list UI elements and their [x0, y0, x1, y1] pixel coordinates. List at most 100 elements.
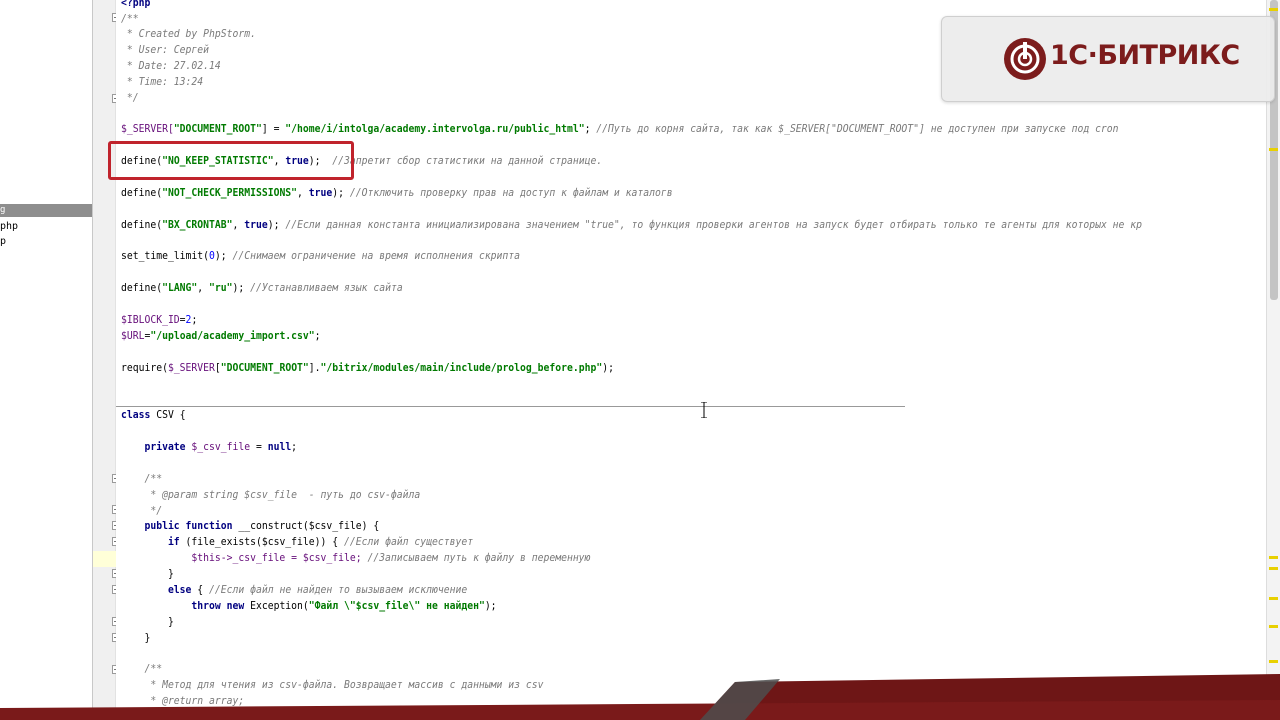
- code-line: $_SERVER["DOCUMENT_ROOT"] = "/home/i/int…: [121, 123, 1119, 136]
- code-line: define("NOT_CHECK_PERMISSIONS", true); /…: [121, 187, 673, 200]
- code-token: ,: [297, 187, 309, 199]
- code-token: "/upload/academy_import.csv": [150, 330, 315, 342]
- code-line: * Time: 13:24: [121, 76, 204, 88]
- code-line: $this->_csv_file = $csv_file; //Записыва…: [121, 552, 590, 565]
- code-token: set_time_limit(: [121, 250, 210, 262]
- code-token: null: [267, 441, 292, 453]
- code-token: //Путь до корня сайта, так как $_SERVER[…: [596, 123, 1119, 135]
- code-token: define(: [121, 282, 163, 294]
- code-token: ;: [314, 330, 321, 342]
- code-token: //Записываем путь к файлу в переменную: [367, 552, 591, 564]
- code-token: $_csv_file: [191, 441, 251, 453]
- code-line: */: [121, 505, 163, 517]
- error-stripe-mark[interactable]: [1269, 567, 1278, 570]
- code-token: {: [197, 584, 210, 596]
- code-token: "BX_CRONTAB": [162, 219, 233, 231]
- annotation-highlight-box: [108, 141, 354, 180]
- code-token: //Если файл не найден то вызываем исключ…: [209, 584, 468, 596]
- bitrix-logo-icon: [1004, 38, 1046, 80]
- code-token: );: [214, 250, 233, 262]
- code-editor[interactable]: <?php /** * Created by PhpStorm. * User:…: [116, 0, 1266, 720]
- code-line: define("LANG", "ru"); //Устанавливаем яз…: [121, 282, 403, 295]
- code-token: );: [602, 362, 614, 374]
- code-token: true: [244, 219, 268, 231]
- project-tree-item[interactable]: php: [0, 221, 18, 232]
- code-token: Exception(: [250, 600, 309, 612]
- code-token: //Снимаем ограничение на время исполнени…: [232, 250, 521, 262]
- code-token: $_SERVER[: [121, 123, 174, 135]
- code-token: =: [250, 441, 268, 453]
- project-tree-selected-label: g: [0, 205, 6, 215]
- code-token: "Файл \"$csv_file\" не найден": [308, 600, 485, 612]
- error-stripe-mark[interactable]: [1269, 8, 1278, 11]
- brand-logo-card: 1С·БИТРИКС: [941, 16, 1275, 102]
- code-token: "/home/i/intolga/academy.intervolga.ru/p…: [285, 123, 585, 135]
- method-separator: [116, 406, 905, 407]
- code-line: /**: [121, 13, 139, 25]
- editor-gutter: [93, 0, 116, 720]
- code-line: */: [121, 92, 139, 104]
- code-line: }: [121, 568, 174, 580]
- code-token: //Если файл существует: [343, 536, 474, 548]
- code-token: $URL: [121, 330, 145, 342]
- code-line: * Created by PhpStorm.: [121, 28, 256, 40]
- project-tree-item[interactable]: p: [0, 236, 6, 247]
- code-line: throw new Exception("Файл \"$csv_file\" …: [121, 600, 497, 613]
- code-token: //Отключить проверку прав на доступ к фа…: [349, 187, 673, 199]
- code-line: $URL="/upload/academy_import.csv";: [121, 330, 321, 343]
- code-token: "NOT_CHECK_PERMISSIONS": [162, 187, 298, 199]
- code-line: * Date: 27.02.14: [121, 60, 221, 72]
- code-token: $_SERVER: [167, 362, 215, 374]
- code-token: ,: [197, 282, 210, 294]
- code-line: set_time_limit(0); //Снимаем ограничение…: [121, 250, 520, 263]
- code-line: public function __construct($csv_file) {: [121, 520, 379, 533]
- code-token: ] =: [261, 123, 286, 135]
- code-token: ;: [584, 123, 597, 135]
- code-line: $IBLOCK_ID=2;: [121, 314, 197, 327]
- code-token: public function: [121, 520, 239, 532]
- code-line: if (file_exists($csv_file)) { //Если фай…: [121, 536, 473, 549]
- code-line: * @param string $csv_file - путь до csv-…: [121, 489, 421, 501]
- code-token: );: [332, 187, 350, 199]
- code-line: }: [121, 632, 151, 644]
- code-line: else { //Если файл не найден то вызываем…: [121, 584, 467, 597]
- code-token: //Если данная константа инициализирована…: [285, 219, 1143, 231]
- code-token: class: [121, 409, 157, 421]
- code-token: ;: [191, 314, 198, 326]
- code-line: /**: [121, 473, 163, 485]
- code-token: ,: [232, 219, 245, 231]
- code-token: true: [308, 187, 333, 199]
- code-token: );: [232, 282, 251, 294]
- code-token: "ru": [209, 282, 233, 294]
- code-token: );: [267, 219, 286, 231]
- code-token: ].: [308, 362, 321, 374]
- code-token: "DOCUMENT_ROOT": [220, 362, 309, 374]
- text-cursor-icon: [701, 402, 707, 418]
- code-token: __construct($csv_file) {: [238, 520, 380, 532]
- code-line: <?php: [121, 0, 150, 10]
- code-token: define(: [121, 187, 163, 199]
- code-token: //Запретит сбор статистики на данной стр…: [332, 155, 603, 167]
- code-line: class CSV {: [121, 409, 186, 422]
- error-stripe-mark[interactable]: [1269, 556, 1278, 559]
- code-token: throw new: [121, 600, 251, 612]
- code-token: (file_exists($csv_file)) {: [185, 536, 344, 548]
- code-token: $this->_csv_file = $csv_file;: [121, 552, 368, 564]
- code-line: require($_SERVER["DOCUMENT_ROOT"]."/bitr…: [121, 362, 614, 375]
- code-token: );: [484, 600, 497, 612]
- error-stripe-mark[interactable]: [1269, 660, 1278, 663]
- code-token: //Устанавливаем язык сайта: [250, 282, 403, 294]
- project-panel: g php p: [0, 0, 93, 720]
- error-stripe-mark[interactable]: [1269, 597, 1278, 600]
- code-line: private $_csv_file = null;: [121, 441, 297, 454]
- code-token: "LANG": [162, 282, 198, 294]
- code-token: define(: [121, 219, 163, 231]
- code-token: CSV {: [156, 409, 186, 421]
- error-stripe-mark[interactable]: [1269, 148, 1278, 151]
- brand-bottom-band: [0, 674, 1280, 720]
- code-token: "/bitrix/modules/main/include/prolog_bef…: [320, 362, 603, 374]
- project-tree-selected-row[interactable]: g: [0, 204, 92, 217]
- error-stripe-mark[interactable]: [1269, 625, 1278, 628]
- code-token: ;: [291, 441, 298, 453]
- editor-scrollbar[interactable]: [1266, 0, 1280, 720]
